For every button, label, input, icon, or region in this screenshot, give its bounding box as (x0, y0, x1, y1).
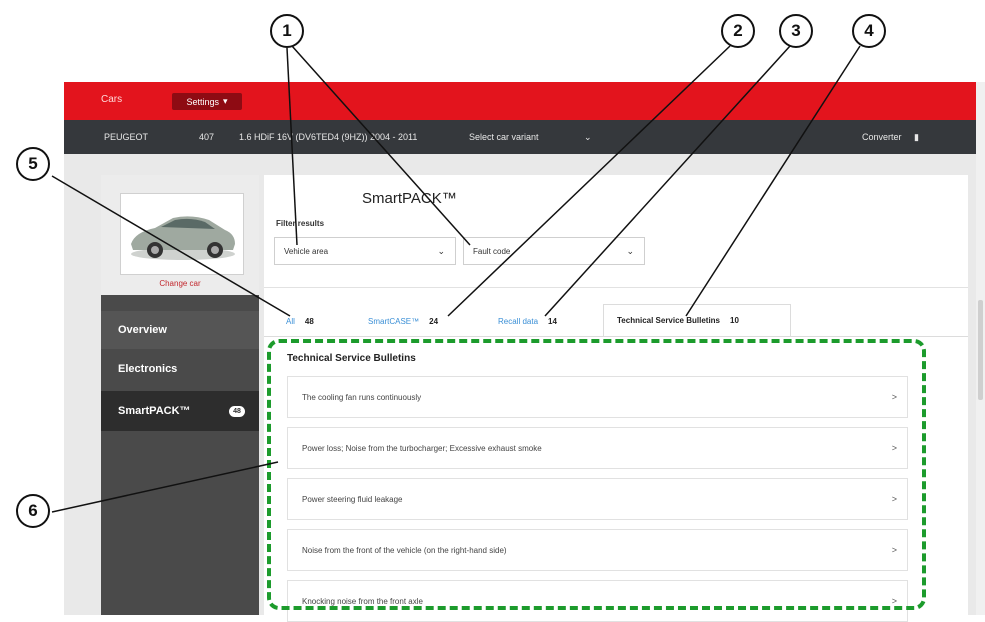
smartpack-count-badge: 48 (229, 406, 245, 417)
page-title: SmartPACK™ (362, 190, 457, 207)
chevron-down-icon[interactable]: ⌄ (584, 132, 592, 143)
tab-smartcase[interactable]: SmartCASE™ 24 (368, 306, 438, 336)
tab-recall-data[interactable]: Recall data 14 (498, 306, 557, 336)
car-icon (131, 216, 235, 260)
vehicle-area-select[interactable]: Vehicle area ⌄ (274, 237, 456, 265)
callout-2: 2 (721, 14, 755, 48)
caret-down-icon: ▾ (223, 96, 228, 106)
tab-tsb-label: Technical Service Bulletins (617, 316, 721, 325)
settings-button[interactable]: Settings ▾ (172, 93, 242, 110)
tab-cars[interactable]: Cars (101, 94, 122, 105)
sidebar-item-electronics[interactable]: Electronics (101, 350, 259, 388)
vehicle-bar: PEUGEOT 407 1.6 HDiF 16V (DV6TED4 (9HZ))… (64, 120, 976, 154)
tab-technical-service-bulletins[interactable]: Technical Service Bulletins 10 (603, 304, 791, 336)
vehicle-area-value: Vehicle area (284, 246, 329, 256)
callout-6: 6 (16, 494, 50, 528)
tab-all-label: All (286, 316, 295, 326)
tab-all[interactable]: All 48 (286, 306, 314, 336)
tab-tsb-count: 10 (730, 316, 739, 325)
tab-recall-count: 14 (548, 316, 557, 326)
tab-smartcase-count: 24 (429, 316, 439, 326)
change-car-link[interactable]: Change car (101, 279, 259, 288)
fault-code-value: Fault code (473, 246, 511, 256)
list-highlight-frame (267, 339, 926, 610)
battery-icon[interactable]: ▮ (914, 132, 919, 143)
variant-select[interactable]: Select car variant (469, 132, 539, 142)
chevron-down-icon: ⌄ (437, 246, 445, 256)
tab-all-count: 48 (304, 316, 314, 326)
scrollbar-thumb[interactable] (978, 300, 983, 400)
callout-1: 1 (270, 14, 304, 48)
filter-label: Filter results (276, 219, 325, 228)
fault-code-select[interactable]: Fault code ⌄ (463, 237, 645, 265)
divider (264, 287, 968, 288)
vehicle-engine: 1.6 HDiF 16V (DV6TED4 (9HZ)) 2004 - 2011 (239, 132, 418, 142)
sidebar-item-overview[interactable]: Overview (101, 311, 259, 349)
vehicle-model: 407 (199, 132, 215, 142)
callout-4: 4 (852, 14, 886, 48)
tab-recall-label: Recall data (498, 316, 539, 326)
chevron-down-icon: ⌄ (626, 246, 634, 256)
converter-link[interactable]: Converter (862, 132, 902, 142)
car-image (120, 193, 244, 275)
settings-label: Settings (186, 96, 219, 107)
callout-3: 3 (779, 14, 813, 48)
tab-smartcase-label: SmartCASE™ (368, 316, 420, 326)
callout-5: 5 (16, 147, 50, 181)
tab-divider (264, 336, 968, 337)
vehicle-make: PEUGEOT (104, 132, 149, 142)
